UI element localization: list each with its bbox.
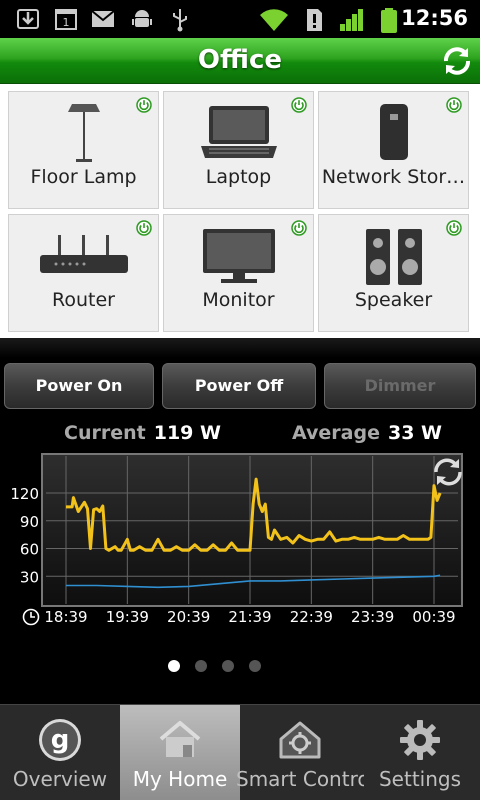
device-tile-laptop[interactable]: Laptop	[163, 91, 314, 209]
x-tick-label: 23:39	[351, 608, 394, 626]
smart-control-icon	[279, 721, 321, 759]
svg-text:1: 1	[63, 16, 70, 29]
g-logo-icon: g	[39, 719, 81, 761]
divider	[0, 338, 480, 358]
power-on-icon[interactable]	[291, 97, 307, 113]
y-tick-label: 30	[20, 568, 39, 586]
device-tile-network-storage[interactable]: Network Stor…	[318, 91, 469, 209]
battery-icon	[381, 8, 397, 33]
gear-icon	[400, 720, 440, 760]
wifi-icon	[260, 9, 288, 31]
tab-smart-control[interactable]: Smart Contro	[236, 705, 364, 800]
device-tile-router[interactable]: Router	[8, 214, 159, 332]
tab-label: Smart Contro	[236, 767, 364, 791]
x-tick-label: 00:39	[412, 608, 455, 626]
download-icon	[17, 9, 39, 29]
device-label: Network Stor…	[321, 166, 466, 188]
laptop-icon	[200, 106, 277, 158]
current-value: 119 W	[153, 422, 221, 444]
power-on-icon[interactable]	[136, 220, 152, 236]
gmail-icon	[91, 10, 115, 27]
usb-icon	[173, 9, 187, 32]
y-axis: 120 90 60 30	[10, 485, 39, 586]
home-icon	[159, 721, 201, 757]
device-label: Speaker	[354, 289, 433, 311]
power-on-icon[interactable]	[446, 220, 462, 236]
network-storage-icon	[379, 104, 408, 160]
monitor-icon	[202, 229, 275, 283]
x-tick-label: 19:39	[106, 608, 149, 626]
y-tick-label: 60	[20, 541, 39, 559]
refresh-icon[interactable]	[440, 44, 474, 78]
tab-label: Settings	[378, 767, 462, 791]
x-tick-label: 22:39	[290, 608, 333, 626]
current-readout: Current 119 W	[64, 422, 221, 444]
device-grid: Floor Lamp Laptop Network Stor… Router M…	[0, 84, 480, 338]
tab-overview[interactable]: g Overview	[0, 705, 120, 800]
power-on-button[interactable]: Power On	[4, 363, 154, 409]
y-tick-label: 120	[10, 485, 39, 503]
average-label: Average	[292, 422, 380, 444]
bottom-tab-bar: g Overview My Home Smart Contro Settings	[0, 704, 480, 800]
dimmer-button[interactable]: Dimmer	[324, 363, 476, 409]
page-dot[interactable]	[221, 660, 234, 672]
tab-label: My Home	[132, 767, 228, 791]
power-on-icon[interactable]	[136, 97, 152, 113]
device-label: Floor Lamp	[30, 166, 137, 188]
device-tile-speaker[interactable]: Speaker	[318, 214, 469, 332]
page-dot[interactable]	[248, 660, 261, 672]
page-dot[interactable]	[194, 660, 207, 672]
device-label: Monitor	[202, 289, 275, 311]
clock: 12:56	[401, 6, 468, 30]
alert-icon	[307, 9, 322, 31]
tab-my-home[interactable]: My Home	[120, 705, 240, 800]
router-icon	[39, 235, 128, 273]
average-readout: Average 33 W	[292, 422, 442, 444]
x-tick-label: 21:39	[228, 608, 271, 626]
x-axis: 18:39 19:39 20:39 21:39 22:39 23:39 00:39	[44, 608, 455, 626]
x-tick-label: 20:39	[167, 608, 210, 626]
status-bar: 1 12:56	[0, 0, 480, 38]
device-tile-monitor[interactable]: Monitor	[163, 214, 314, 332]
x-tick-label: 18:39	[44, 608, 87, 626]
device-label: Laptop	[205, 166, 272, 188]
page-indicator	[0, 658, 480, 674]
floor-lamp-icon	[67, 104, 100, 162]
tab-label: Overview	[12, 767, 108, 791]
power-off-button[interactable]: Power Off	[162, 363, 316, 409]
device-label: Router	[52, 289, 115, 311]
current-label: Current	[64, 422, 146, 444]
device-tile-floor-lamp[interactable]: Floor Lamp	[8, 91, 159, 209]
time-icon	[22, 608, 40, 626]
svg-text:g: g	[51, 725, 70, 755]
calendar-icon: 1	[55, 9, 77, 30]
speaker-icon	[365, 229, 422, 285]
tab-settings[interactable]: Settings	[360, 705, 480, 800]
power-on-icon[interactable]	[291, 220, 307, 236]
page-title: Office	[197, 45, 283, 75]
power-on-icon[interactable]	[446, 97, 462, 113]
y-tick-label: 90	[20, 513, 39, 531]
header-bar: Office	[0, 38, 480, 84]
android-debug-icon	[132, 10, 152, 27]
power-chart: 120 90 60 30 18:39 19:39 20:39 21:39 22:39 23:39…	[10, 453, 463, 626]
page-dot[interactable]	[167, 660, 180, 672]
signal-icon	[340, 9, 363, 31]
average-value: 33 W	[387, 422, 442, 444]
